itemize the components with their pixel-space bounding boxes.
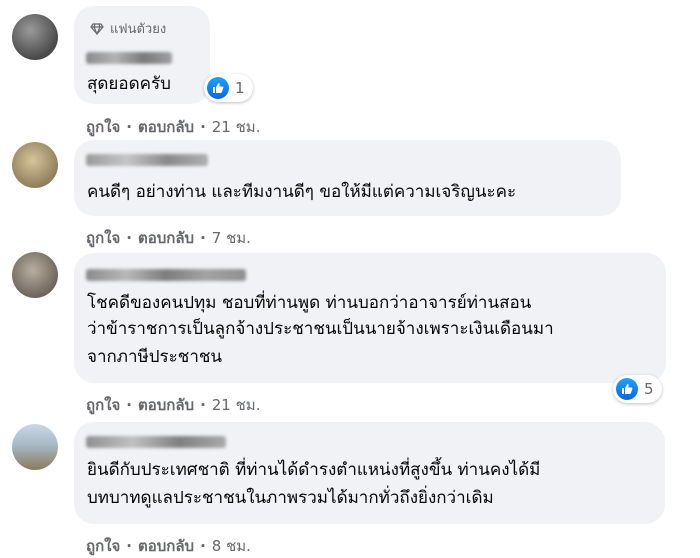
timestamp[interactable]: 7 ชม.: [212, 226, 251, 250]
timestamp[interactable]: 21 ชม.: [212, 393, 261, 417]
reply-button[interactable]: ตอบกลับ: [138, 226, 194, 250]
separator: ·: [200, 537, 206, 555]
reaction-count: 1: [235, 79, 245, 97]
comment-bubble: คนดีๆ อย่างท่าน และทีมงานดีๆ ขอให้มีแต่ค…: [74, 140, 621, 216]
separator: ·: [200, 229, 206, 247]
commenter-name[interactable]: [86, 52, 172, 64]
commenter-name[interactable]: [86, 269, 246, 281]
avatar[interactable]: [12, 424, 58, 470]
like-button[interactable]: ถูกใจ: [86, 534, 120, 558]
avatar[interactable]: [12, 252, 58, 298]
separator: ·: [200, 118, 206, 136]
comment-text: สุดยอดครับ: [87, 74, 171, 94]
comment-text-line: ยินดีกับประเทศชาติ ที่ท่านได้ดำรงตำแหน่ง…: [87, 460, 541, 480]
timestamp[interactable]: 8 ชม.: [212, 534, 251, 558]
badge-label: แฟนตัวยง: [110, 22, 167, 37]
comment-text: คนดีๆ อย่างท่าน และทีมงานดีๆ ขอให้มีแต่ค…: [87, 182, 517, 202]
reaction-summary[interactable]: 1: [204, 74, 253, 102]
commenter-name[interactable]: [86, 154, 208, 166]
avatar[interactable]: [12, 142, 58, 188]
separator: ·: [126, 118, 132, 136]
comment-text-line: ว่าข้าราชการเป็นลูกจ้างประชาชนเป็นนายจ้า…: [87, 319, 554, 339]
comment-actions: ถูกใจ · ตอบกลับ · 21 ชม.: [86, 393, 260, 417]
diamond-icon: [90, 22, 104, 35]
reply-button[interactable]: ตอบกลับ: [138, 393, 194, 417]
avatar[interactable]: [12, 14, 58, 60]
fan-badge[interactable]: แฟนตัวยง: [90, 18, 166, 39]
comment-bubble: โชคดีของคนปทุม ชอบที่ท่านพูด ท่านบอกว่าอ…: [74, 253, 666, 383]
reaction-count: 5: [644, 380, 654, 398]
separator: ·: [126, 396, 132, 414]
like-button[interactable]: ถูกใจ: [86, 393, 120, 417]
comment-actions: ถูกใจ · ตอบกลับ · 7 ชม.: [86, 226, 251, 250]
comment-actions: ถูกใจ · ตอบกลับ · 21 ชม.: [86, 115, 260, 139]
separator: ·: [200, 396, 206, 414]
commenter-name[interactable]: [86, 436, 226, 448]
reply-button[interactable]: ตอบกลับ: [138, 534, 194, 558]
reaction-summary[interactable]: 5: [613, 375, 662, 403]
like-button[interactable]: ถูกใจ: [86, 115, 120, 139]
separator: ·: [126, 229, 132, 247]
comment-bubble: ยินดีกับประเทศชาติ ที่ท่านได้ดำรงตำแหน่ง…: [74, 422, 665, 524]
comment-text-line: บทบาทดูแลประชาชนในภาพรวมได้มากทั่วถึงยิ่…: [87, 488, 494, 508]
comment-text-line: จากภาษีประชาชน: [87, 347, 223, 367]
comment-text-line: โชคดีของคนปทุม ชอบที่ท่านพูด ท่านบอกว่าอ…: [87, 293, 532, 313]
like-icon: [207, 77, 229, 99]
separator: ·: [126, 537, 132, 555]
comment-actions: ถูกใจ · ตอบกลับ · 8 ชม.: [86, 534, 251, 558]
reply-button[interactable]: ตอบกลับ: [138, 115, 194, 139]
like-icon: [616, 378, 638, 400]
comment-bubble: แฟนตัวยง สุดยอดครับ: [74, 6, 210, 104]
like-button[interactable]: ถูกใจ: [86, 226, 120, 250]
timestamp[interactable]: 21 ชม.: [212, 115, 261, 139]
